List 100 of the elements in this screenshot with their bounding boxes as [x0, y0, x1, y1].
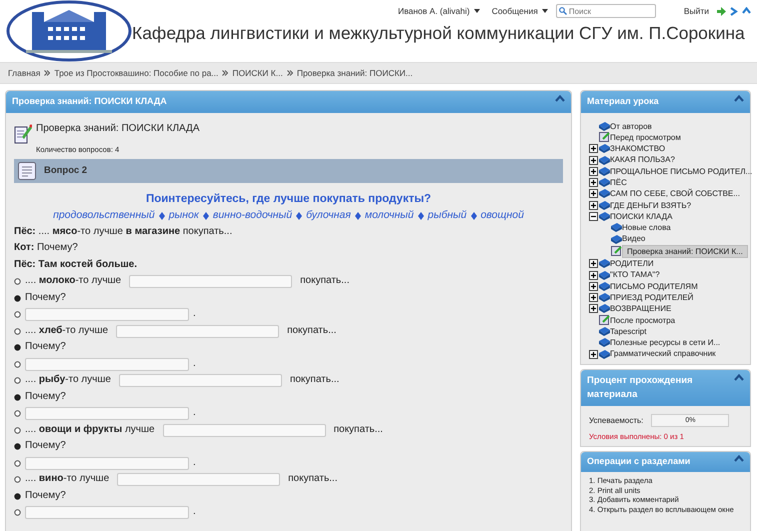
question-label: Вопрос 2 — [44, 164, 88, 178]
breadcrumb-link[interactable]: Трое из Простоквашино: Пособие по ра... — [54, 66, 218, 80]
sentence-start: .... вино-то лучше — [25, 472, 110, 486]
sentence-start: .... хлеб-то лучше — [25, 324, 108, 338]
answer-field[interactable] — [25, 506, 189, 519]
sentence-end: . — [193, 307, 196, 322]
tree-item[interactable]: Проверка знаний: ПОИСКИ К... — [622, 244, 748, 258]
expand-toggle-icon[interactable] — [589, 178, 598, 188]
breadcrumb-current: Проверка знаний: ПОИСКИ... — [296, 66, 413, 80]
tree-item[interactable]: Полезные ресурсы в сети И... — [610, 337, 720, 348]
search-icon — [558, 7, 567, 15]
hollow-bullet-icon — [14, 360, 21, 368]
tree-item[interactable]: Перед просмотром — [610, 132, 681, 144]
diamond-icon — [158, 212, 165, 220]
diamond-icon — [296, 212, 302, 220]
tree-item[interactable]: От авторов — [610, 120, 652, 132]
tree-item[interactable]: ЗНАКОМСТВО — [610, 143, 666, 154]
answer-field[interactable] — [116, 324, 280, 338]
quiz-icon — [14, 122, 32, 144]
book-icon — [611, 223, 622, 232]
tree-item[interactable]: Грамматический справочник — [610, 348, 716, 360]
tree-item[interactable]: ВОЗВРАЩЕНИЕ — [610, 303, 672, 315]
quiz-title: Проверка знаний: ПОИСКИ КЛАДА — [36, 122, 200, 136]
hollow-bullet-icon — [14, 460, 21, 466]
tree-item[interactable]: ПИСЬМО РОДИТЕЛЯМ — [610, 280, 698, 292]
separator-icon — [222, 70, 228, 76]
tree-item[interactable]: Tapescript — [610, 326, 646, 338]
expand-toggle-icon[interactable] — [589, 156, 598, 165]
messages-menu[interactable]: Сообщения — [492, 4, 538, 18]
book-icon — [611, 234, 622, 244]
word-bank-item: рыбный — [428, 208, 467, 223]
caret-icon — [474, 9, 480, 13]
sentence-start: .... овощи и фрукты лучше — [25, 422, 155, 437]
diamond-icon — [354, 212, 361, 220]
expand-toggle-icon[interactable] — [589, 304, 598, 314]
panel-title: Операции с разделами — [587, 455, 690, 468]
tree-item[interactable]: ГДЕ ДЕНЬГИ ВЗЯТЬ? — [610, 200, 692, 211]
answer-field[interactable] — [25, 407, 189, 420]
expand-toggle-icon[interactable] — [589, 166, 598, 176]
answer-field[interactable] — [117, 473, 280, 486]
hollow-bullet-icon — [14, 311, 21, 318]
expand-toggle-icon[interactable] — [589, 200, 598, 210]
expand-toggle-icon[interactable] — [589, 350, 598, 359]
answer-field[interactable] — [118, 374, 282, 387]
tree-item[interactable]: После просмотра — [610, 314, 676, 326]
expand-toggle-icon[interactable] — [589, 259, 598, 268]
diamond-icon — [202, 212, 209, 220]
word-bank-item: рынок — [168, 208, 199, 223]
tree-item[interactable]: Видео — [622, 233, 646, 245]
book-icon — [599, 156, 610, 165]
sentence-end: покупать... — [288, 472, 338, 486]
book-icon — [599, 350, 610, 359]
filled-bullet-icon — [14, 492, 21, 500]
question-text: Почему? — [25, 488, 66, 503]
site-title: Кафедра лингвистики и межкультурной коммуникации СГУ им. П.Сорокина — [132, 22, 745, 45]
collapse-toggle-icon[interactable] — [589, 212, 598, 222]
document-icon — [18, 162, 36, 180]
user-menu[interactable]: Иванов А. (alivahi) — [398, 4, 470, 18]
book-icon — [599, 338, 610, 348]
answer-field[interactable] — [129, 275, 292, 288]
tree-item[interactable]: САМ ПО СЕБЕ, СВОЙ СОБСТВЕ... — [610, 188, 740, 200]
hollow-bullet-icon — [14, 426, 21, 434]
tree-item[interactable]: ПРОЩАЛЬНОЕ ПИСЬМО РОДИТЕЛ... — [610, 166, 752, 177]
answer-field[interactable] — [25, 358, 189, 370]
book-icon — [599, 144, 610, 154]
tree-item[interactable]: "КТО ТАМА"? — [610, 269, 660, 281]
question-text: Почему? — [25, 340, 66, 354]
tree-item[interactable]: КАКАЯ ПОЛЬЗА? — [610, 154, 675, 166]
book-icon — [599, 270, 610, 280]
question-text: Почему? — [25, 439, 66, 454]
expand-toggle-icon[interactable] — [589, 282, 598, 291]
word-bank-item: продовольственный — [53, 208, 155, 223]
breadcrumb-link[interactable]: ПОИСКИ К... — [232, 66, 283, 80]
filled-bullet-icon — [14, 443, 21, 450]
answer-field[interactable] — [25, 456, 189, 470]
tree-item[interactable]: Новые слова — [622, 222, 671, 234]
panel-title: Процент прохождения материала — [587, 374, 694, 402]
logout-link[interactable]: Выйти — [684, 4, 709, 18]
sentence-end: покупать... — [287, 324, 336, 338]
book-icon — [599, 212, 610, 222]
dialogue-line: Пёс: .... мясо-то лучше в магазине покупать... — [14, 224, 234, 239]
expand-toggle-icon[interactable] — [589, 189, 598, 198]
breadcrumb-link[interactable]: Главная — [8, 66, 40, 80]
expand-toggle-icon[interactable] — [589, 270, 598, 280]
collapse-icon — [734, 95, 744, 102]
question-text: Почему? — [25, 390, 66, 404]
sentence-start: .... рыбу-то лучше — [25, 373, 111, 388]
question-text: Почему? — [25, 290, 66, 305]
tree-item[interactable]: ПОИСКИ КЛАДА — [610, 210, 672, 222]
tree-item[interactable]: РОДИТЕЛИ — [610, 258, 654, 270]
answer-field[interactable] — [25, 308, 189, 321]
question-prompt: Поинтересуйтесь, где лучше покупать продукты? — [144, 192, 432, 207]
collapse-icon — [555, 95, 565, 102]
expand-toggle-icon[interactable] — [589, 144, 598, 154]
search-field[interactable]: Поиск — [556, 4, 656, 18]
arrow-icon — [717, 6, 726, 16]
tree-item[interactable]: ПЁС — [610, 176, 627, 188]
tree-item[interactable]: ПРИЕЗД РОДИТЕЛЕЙ — [610, 292, 694, 304]
expand-toggle-icon[interactable] — [589, 293, 598, 302]
answer-field[interactable] — [162, 424, 326, 436]
